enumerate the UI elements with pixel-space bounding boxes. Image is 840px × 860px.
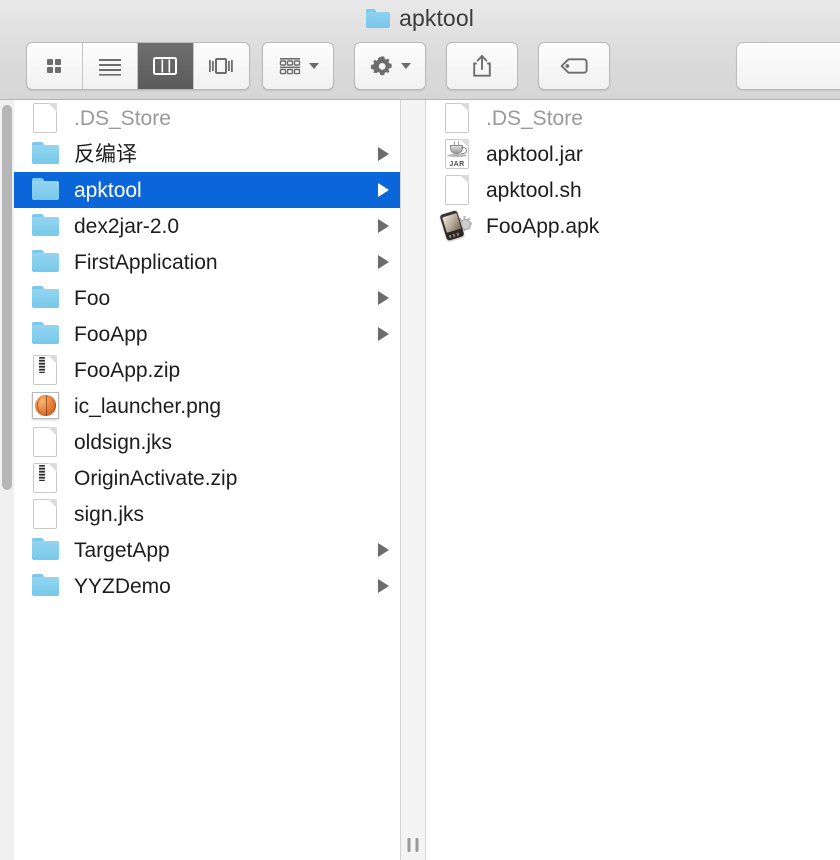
file-row[interactable]: dex2jar-2.0 <box>14 208 400 244</box>
file-column-apktool: .DS_Store JAR apktool.jar apktool.sh FooApp.… <box>426 100 840 860</box>
file-name-label: apktool.jar <box>486 142 583 166</box>
chevron-down-icon <box>308 63 319 69</box>
folder-icon <box>30 318 60 350</box>
file-name-label: FooApp <box>74 322 148 346</box>
file-name-label: FooApp.zip <box>74 358 181 382</box>
disclosure-triangle-icon[interactable] <box>378 579 389 593</box>
document-icon <box>30 426 60 458</box>
disclosure-triangle-icon[interactable] <box>378 327 389 341</box>
file-row[interactable]: apktool.sh <box>426 172 840 208</box>
tags-button[interactable] <box>538 42 610 90</box>
disclosure-triangle-icon[interactable] <box>378 183 389 197</box>
image-thumbnail-icon <box>30 390 60 422</box>
file-row[interactable]: oldsign.jks <box>14 424 400 460</box>
document-icon <box>442 102 472 134</box>
file-row[interactable]: 反编译 <box>14 136 400 172</box>
file-row[interactable]: FooApp.zip <box>14 352 400 388</box>
file-name-label: apktool <box>74 178 142 202</box>
file-row[interactable]: Foo <box>14 280 400 316</box>
file-row[interactable]: JAR apktool.jar <box>426 136 840 172</box>
file-name-label: FooApp.apk <box>486 214 600 238</box>
window-chrome: apktool <box>0 0 840 100</box>
action-menu-button[interactable] <box>354 42 426 90</box>
tag-icon <box>560 58 588 74</box>
file-row[interactable]: FooApp.apk <box>426 208 840 244</box>
file-name-label: .DS_Store <box>486 106 583 130</box>
file-name-label: sign.jks <box>74 502 145 526</box>
disclosure-triangle-icon[interactable] <box>378 219 389 233</box>
finder-window: apktool .DS_Store 反编译 apktool dex2jar-2.… <box>0 0 840 860</box>
file-row[interactable]: ic_launcher.png <box>14 388 400 424</box>
browser-scrollbar[interactable] <box>0 100 14 860</box>
file-name-label: OriginActivate.zip <box>74 466 238 490</box>
file-row[interactable]: OriginActivate.zip <box>14 460 400 496</box>
folder-icon <box>30 570 60 602</box>
folder-icon <box>30 534 60 566</box>
file-name-label: TargetApp <box>74 538 170 562</box>
arrange-button[interactable] <box>262 42 334 90</box>
list-lines-icon <box>98 59 121 76</box>
column-view-button[interactable] <box>138 43 194 89</box>
grid-icon <box>47 59 62 73</box>
disclosure-triangle-icon[interactable] <box>378 543 389 557</box>
scrollbar-thumb[interactable] <box>2 105 12 490</box>
document-icon <box>30 102 60 134</box>
columns-icon <box>153 57 178 75</box>
column-resize-grip[interactable] <box>407 838 419 852</box>
share-icon <box>473 55 491 77</box>
view-mode-segmented-control <box>26 42 250 90</box>
file-row[interactable]: .DS_Store <box>14 100 400 136</box>
column-browser: .DS_Store 反编译 apktool dex2jar-2.0 FirstAppli… <box>0 100 840 860</box>
file-row[interactable]: sign.jks <box>14 496 400 532</box>
zip-archive-icon <box>30 462 60 494</box>
window-title: apktool <box>399 4 474 31</box>
search-input[interactable] <box>736 42 840 90</box>
zip-archive-icon <box>30 354 60 386</box>
file-column-parent: .DS_Store 反编译 apktool dex2jar-2.0 FirstAppli… <box>14 100 400 860</box>
gear-icon <box>370 56 392 76</box>
gallery-view-button[interactable] <box>194 43 250 89</box>
file-row[interactable]: TargetApp <box>14 532 400 568</box>
gallery-icon <box>209 58 234 74</box>
column-divider[interactable] <box>400 100 426 860</box>
disclosure-triangle-icon[interactable] <box>378 147 389 161</box>
file-row[interactable]: .DS_Store <box>426 100 840 136</box>
group-grid-icon <box>279 58 300 75</box>
share-button[interactable] <box>446 42 518 90</box>
file-name-label: dex2jar-2.0 <box>74 214 180 238</box>
document-icon <box>442 174 472 206</box>
file-row[interactable]: FooApp <box>14 316 400 352</box>
file-name-label: .DS_Store <box>74 106 171 130</box>
title-bar: apktool <box>0 0 840 36</box>
file-name-label: ic_launcher.png <box>74 394 222 418</box>
document-icon <box>30 498 60 530</box>
disclosure-triangle-icon[interactable] <box>378 255 389 269</box>
java-jar-icon: JAR <box>442 138 472 170</box>
folder-icon <box>30 246 60 278</box>
file-name-label: 反编译 <box>74 142 137 166</box>
folder-icon <box>30 210 60 242</box>
file-name-label: Foo <box>74 286 111 310</box>
file-name-label: FirstApplication <box>74 250 218 274</box>
android-apk-icon <box>439 209 472 242</box>
chevron-down-icon <box>400 63 411 69</box>
list-view-button[interactable] <box>83 43 138 89</box>
disclosure-triangle-icon[interactable] <box>378 291 389 305</box>
file-name-label: YYZDemo <box>74 574 171 598</box>
file-row[interactable]: apktool <box>14 172 400 208</box>
folder-icon <box>30 138 60 170</box>
file-row[interactable]: YYZDemo <box>14 568 400 604</box>
file-name-label: oldsign.jks <box>74 430 173 454</box>
folder-icon <box>366 8 391 28</box>
folder-icon <box>30 282 60 314</box>
file-name-label: apktool.sh <box>486 178 582 202</box>
icon-view-button[interactable] <box>27 43 83 89</box>
toolbar <box>0 42 840 92</box>
file-row[interactable]: FirstApplication <box>14 244 400 280</box>
folder-icon <box>30 174 60 206</box>
